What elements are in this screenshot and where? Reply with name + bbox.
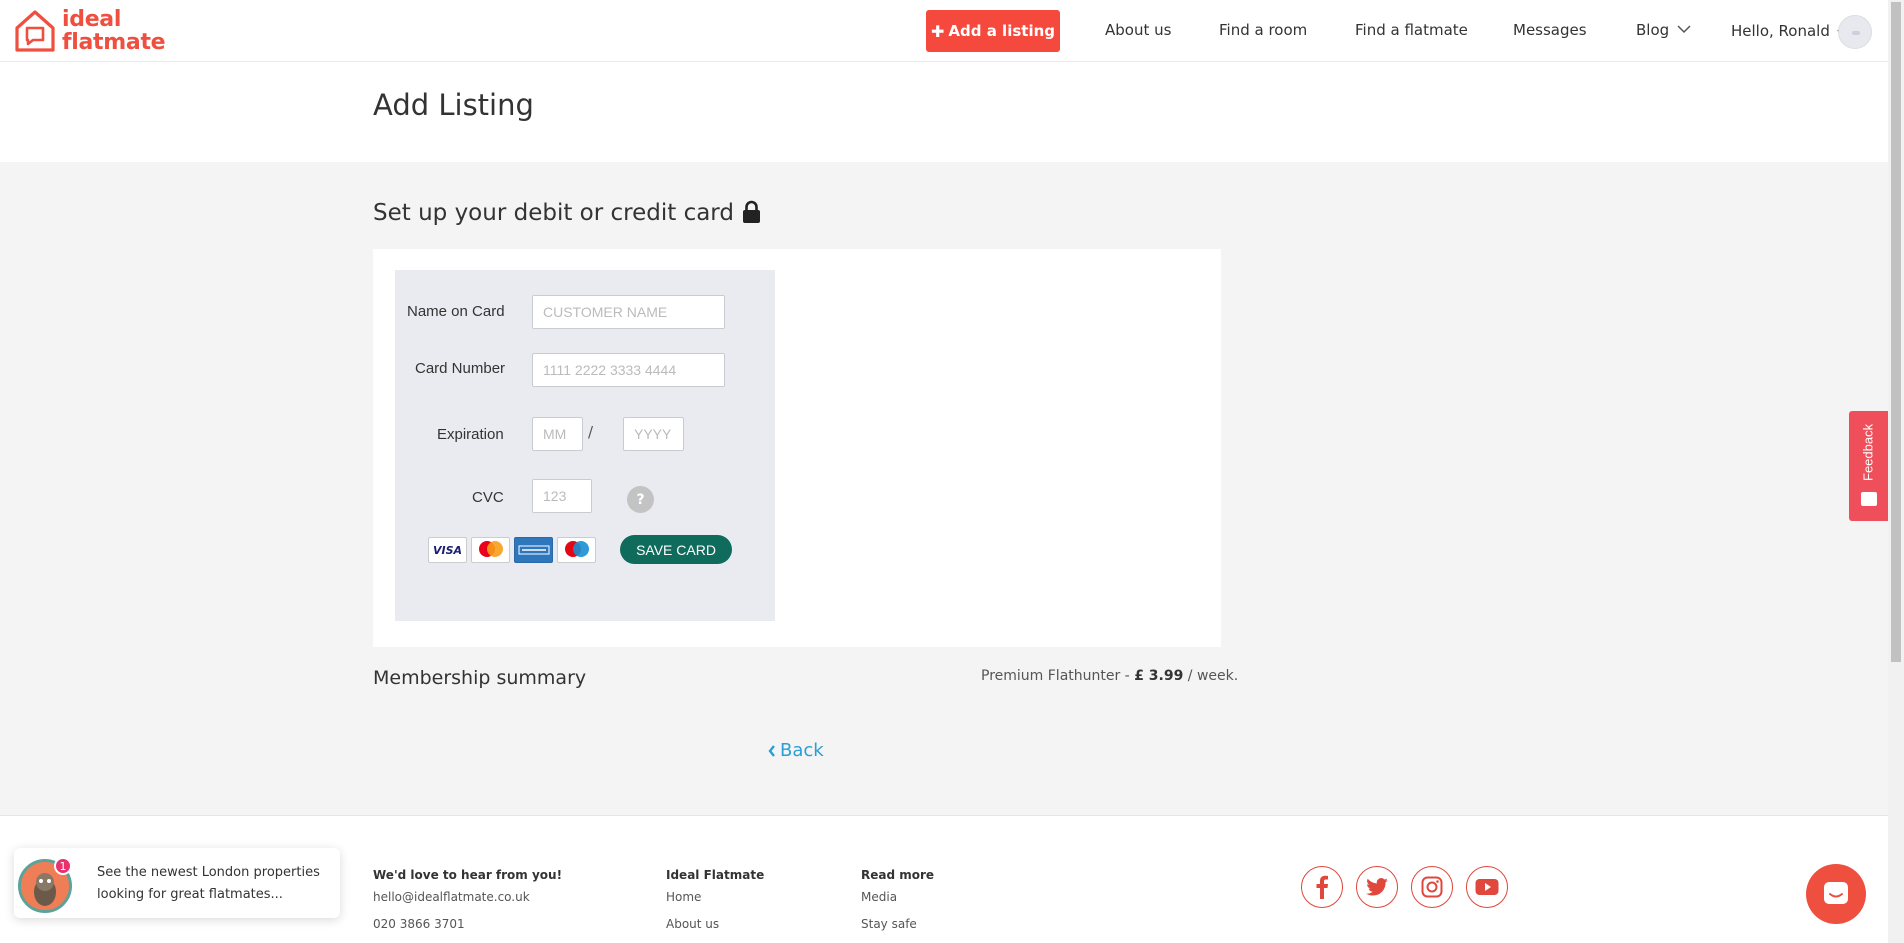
nav-find-a-flatmate[interactable]: Find a flatmate [1355, 21, 1468, 39]
nav-messages[interactable]: Messages [1513, 21, 1587, 39]
add-listing-button[interactable]: ✚ Add a listing [926, 10, 1060, 52]
save-card-button[interactable]: SAVE CARD [620, 535, 732, 564]
page-title: Add Listing [373, 88, 534, 122]
nav-about-us[interactable]: About us [1105, 21, 1171, 39]
name-on-card-input[interactable]: CUSTOMER NAME [532, 295, 725, 329]
twitter-glyph-icon [1366, 878, 1388, 896]
cvc-help-icon[interactable]: ? [627, 486, 654, 513]
plan-period: / week. [1183, 668, 1239, 684]
membership-summary-value: Premium Flathunter - £ 3.99 / week. [981, 668, 1238, 684]
footer-link-stay-safe[interactable]: Stay safe [861, 917, 917, 931]
plus-icon: ✚ [931, 21, 945, 41]
instagram-glyph-icon [1421, 876, 1443, 898]
logo-wordmark: ideal flatmate [62, 7, 166, 55]
back-link[interactable]: Back [768, 740, 824, 761]
chevron-left-icon [768, 744, 775, 757]
footer-link-home[interactable]: Home [666, 890, 701, 904]
footer-phone-link[interactable]: 020 3866 3701 [373, 917, 465, 931]
footer-link-media[interactable]: Media [861, 890, 897, 904]
maestro-circles-icon [564, 541, 589, 557]
title-band [0, 63, 1888, 162]
name-on-card-label: Name on Card [407, 303, 505, 320]
membership-summary-label: Membership summary [373, 667, 587, 689]
plan-price: £ 3.99 [1134, 668, 1184, 684]
chat-icon [1824, 882, 1848, 904]
scrollbar[interactable] [1888, 0, 1904, 943]
mastercard-icon [471, 537, 510, 563]
expiry-separator: / [588, 423, 594, 441]
avatar[interactable] [1838, 15, 1872, 49]
amex-mark-icon [518, 545, 549, 555]
visa-card-icon: VISA [428, 537, 467, 563]
notification-badge: 1 [54, 857, 72, 875]
card-number-input[interactable]: 1111 2222 3333 4444 [532, 353, 725, 387]
feedback-icon [1861, 492, 1877, 506]
scrollbar-thumb[interactable] [1891, 2, 1901, 662]
expiration-label: Expiration [437, 426, 504, 443]
toast-message: See the newest London properties looking… [97, 865, 320, 902]
ideal-flatmate-logo[interactable]: ideal flatmate [14, 7, 166, 56]
top-navbar: ideal flatmate ✚ Add a listing About us … [0, 0, 1888, 62]
instagram-icon[interactable] [1411, 866, 1453, 908]
footer-read-more-heading: Read more [861, 868, 935, 882]
card-number-label: Card Number [415, 360, 506, 377]
american-express-icon [514, 537, 553, 563]
house-logo-icon [15, 10, 55, 52]
plan-name: Premium Flathunter - [981, 668, 1135, 684]
section-title: Set up your debit or credit card [373, 200, 761, 226]
footer-contact-heading: We'd love to hear from you! [373, 868, 563, 882]
cvc-input[interactable]: 123 [532, 479, 592, 513]
feedback-label: Feedback [1860, 423, 1876, 481]
expiry-year-input[interactable]: YYYY [623, 417, 684, 451]
facebook-icon[interactable] [1301, 866, 1343, 908]
youtube-icon[interactable] [1466, 866, 1508, 908]
mastercard-circles-icon [478, 541, 503, 557]
expiry-month-input[interactable]: MM [532, 417, 583, 451]
user-menu[interactable]: Hello, Ronald [1731, 22, 1847, 40]
logo-line-flatmate: flatmate [62, 30, 166, 55]
youtube-glyph-icon [1475, 879, 1499, 895]
footer-link-about-us[interactable]: About us [666, 917, 719, 931]
user-greeting: Hello, Ronald [1731, 22, 1830, 40]
chevron-down-icon[interactable] [1677, 24, 1691, 34]
cvc-label: CVC [472, 489, 504, 506]
twitter-icon[interactable] [1356, 866, 1398, 908]
facebook-glyph-icon [1316, 875, 1328, 899]
footer-email-link[interactable]: hello@idealflatmate.co.uk [373, 890, 530, 904]
chat-launcher-button[interactable] [1806, 864, 1866, 924]
maestro-icon [557, 537, 596, 563]
section-title-text: Set up your debit or credit card [373, 200, 734, 226]
add-listing-label: Add a listing [948, 22, 1055, 40]
nav-find-a-room[interactable]: Find a room [1219, 21, 1307, 39]
footer-ideal-flatmate-heading: Ideal Flatmate [666, 868, 765, 882]
lock-icon [742, 200, 760, 223]
back-label: Back [780, 740, 824, 761]
nav-blog[interactable]: Blog [1636, 21, 1669, 39]
logo-line-ideal: ideal [62, 7, 122, 32]
